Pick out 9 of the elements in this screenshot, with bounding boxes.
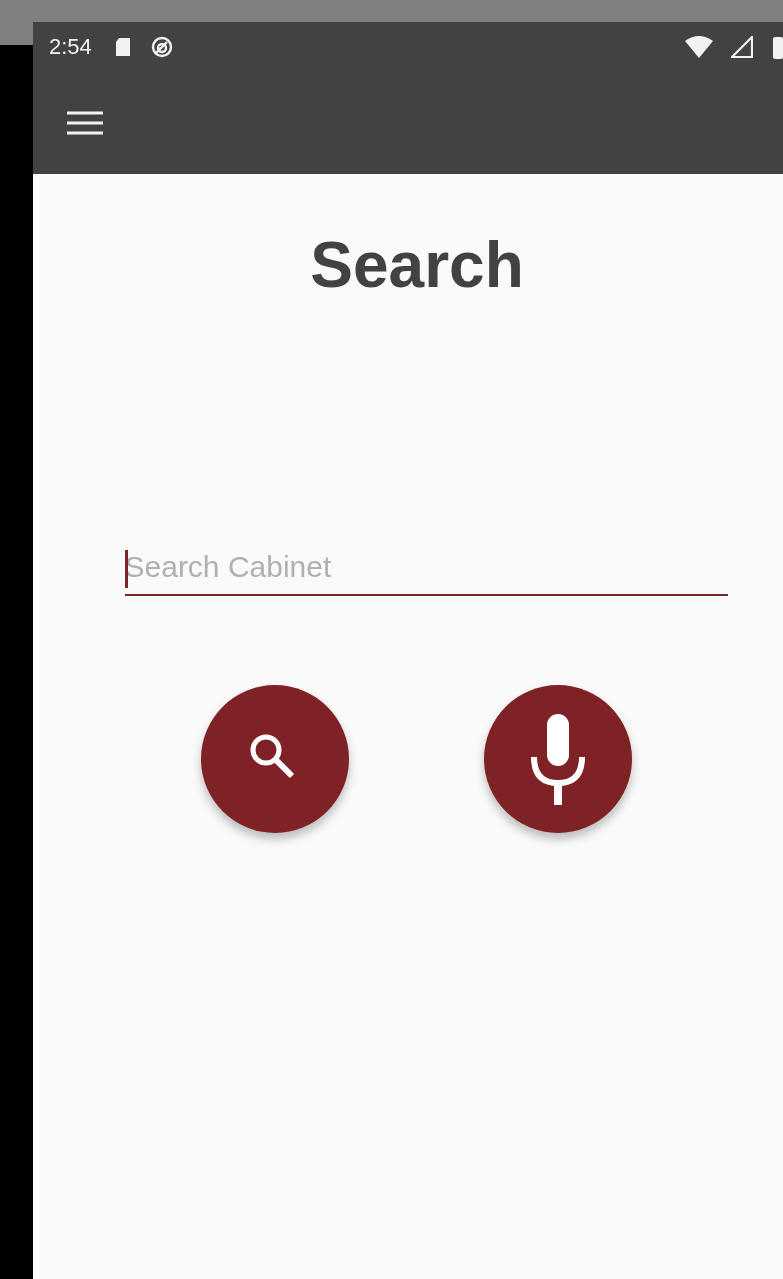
signal-icon (731, 36, 753, 58)
battery-icon (771, 35, 783, 59)
wifi-icon (685, 36, 713, 58)
sd-card-icon (113, 37, 132, 57)
status-time: 2:54 (49, 34, 92, 60)
circle-icon (149, 35, 174, 59)
menu-icon[interactable] (67, 110, 103, 136)
page-title: Search (309, 228, 524, 302)
search-field[interactable]: Search Cabinet (124, 540, 728, 596)
